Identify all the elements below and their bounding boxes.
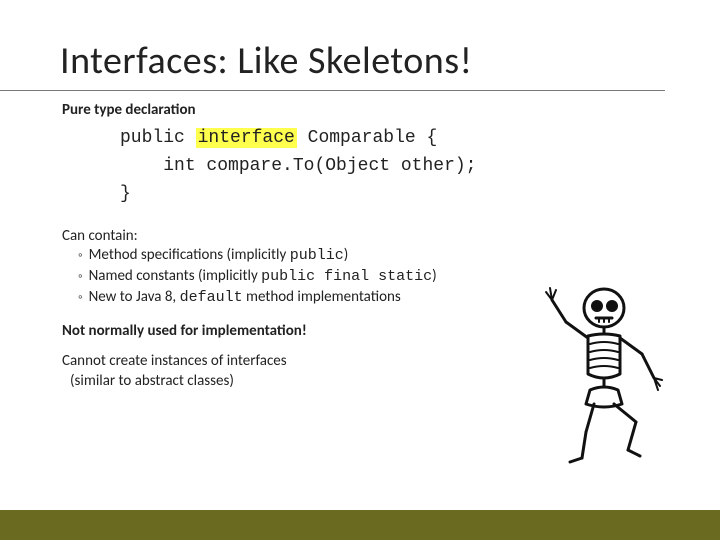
list-item: ◦ New to Java 8, default method implemen… <box>78 287 560 308</box>
slide-body: Pure type declaration public interface C… <box>0 91 560 390</box>
bullet-text: New to Java 8, default method implementa… <box>89 287 401 308</box>
code-method-line: int compare.To(Object other); <box>163 156 476 176</box>
list-item: ◦ Method specifications (implicitly publ… <box>78 245 560 266</box>
code-kw-interface: interface <box>196 128 297 148</box>
bullet-icon: ◦ <box>78 247 83 265</box>
list-item: ◦ Named constants (implicitly public fin… <box>78 266 560 287</box>
bullet-icon: ◦ <box>78 289 83 307</box>
code-brace-close: } <box>120 184 131 204</box>
slide-footer-bar <box>0 510 720 540</box>
code-kw-public: public <box>120 128 185 148</box>
pure-declaration-label: Pure type declaration <box>62 101 560 119</box>
bullet-text: Method specifications (implicitly public… <box>89 245 349 266</box>
bullet-text: Named constants (implicitly public final… <box>89 266 437 287</box>
code-classname: Comparable <box>308 128 416 148</box>
bullet-list: ◦ Method specifications (implicitly publ… <box>78 245 560 309</box>
code-brace-open: { <box>427 128 438 148</box>
code-block: public interface Comparable { int compar… <box>120 125 560 209</box>
cannot-create-line-1: Cannot create instances of interfaces <box>62 352 560 370</box>
can-contain-label: Can contain: <box>62 227 560 245</box>
slide-title: Interfaces: Like Skeletons! <box>0 0 665 91</box>
bullet-icon: ◦ <box>78 268 83 286</box>
cannot-create-line-2: (similar to abstract classes) <box>62 372 560 390</box>
not-used-line: Not normally used for implementation! <box>62 322 560 340</box>
skeleton-image <box>542 282 672 467</box>
